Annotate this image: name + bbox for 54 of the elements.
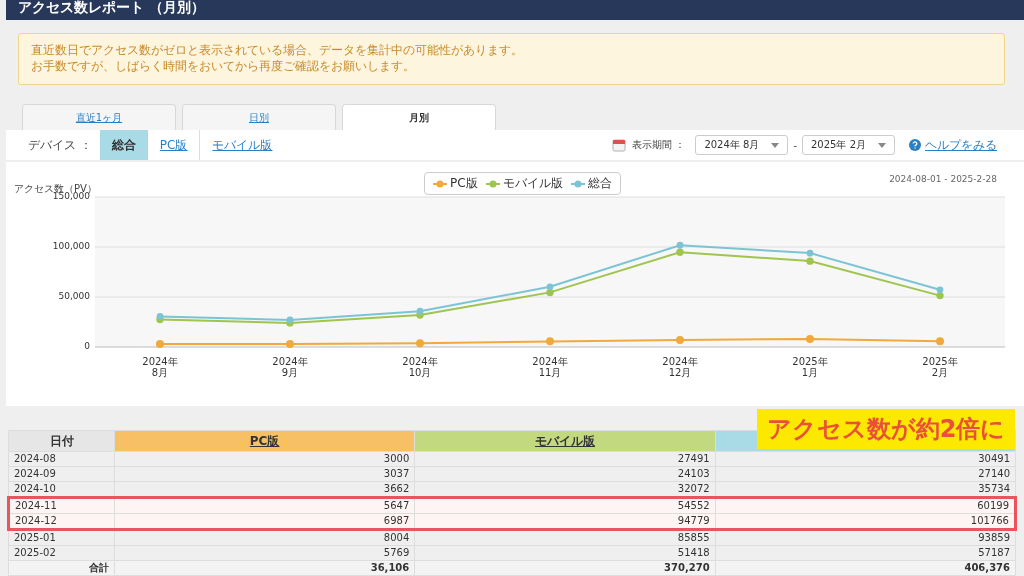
tab[interactable]: 日別	[182, 104, 336, 130]
table-cell: 57187	[715, 545, 1016, 561]
notice-text: お手数ですが、しばらく時間をおいてから再度ご確認をお願いします。	[31, 59, 416, 73]
table-cell: 60199	[715, 497, 1016, 514]
range-separator: -	[793, 139, 797, 151]
axis-tick-label: 2024年 10月	[401, 356, 439, 378]
device-option[interactable]: モバイル版	[200, 130, 285, 160]
axis-tick-label: 2024年 12月	[661, 356, 699, 378]
month-dropdown[interactable]: 2025年 2月	[802, 135, 895, 155]
notice-text: 直近数日でアクセス数がゼロと表示されている場合、データを集計中の可能性があります。	[31, 43, 524, 57]
tab[interactable]: 直近1ヶ月	[22, 104, 176, 130]
period-label: 表示期間 ：	[632, 138, 686, 152]
column-header: 日付	[8, 430, 115, 452]
table-cell: 8004	[114, 529, 415, 546]
table-cell: 24103	[414, 466, 716, 482]
axis-tick-label: 100,000	[52, 240, 90, 252]
table-cell: 27140	[715, 466, 1016, 482]
table-cell: 2024-09	[8, 466, 115, 482]
axis-tick-label: 2024年 11月	[531, 356, 569, 378]
axis-tick-label: 0	[84, 340, 90, 352]
table-cell: 54552	[414, 497, 716, 514]
table-cell: 27491	[414, 451, 716, 467]
table-cell: 85855	[414, 529, 716, 546]
table-cell: 2024-08	[8, 451, 115, 467]
table-cell: 30491	[715, 451, 1016, 467]
table-cell: 2025-02	[8, 545, 115, 561]
axis-tick-label: 2025年 2月	[921, 356, 959, 378]
callout-tooltip: アクセス数が約2倍に	[757, 409, 1015, 449]
legend-label: 総合	[587, 175, 612, 192]
table-cell: 2024-11	[8, 497, 115, 514]
date-range: 2024-08-01 - 2025-2-28	[889, 174, 997, 184]
table-cell: 5647	[114, 497, 415, 514]
device-option[interactable]: PC版	[147, 130, 201, 160]
axis-tick-label: 2025年 1月	[791, 356, 829, 378]
table-cell: 3037	[114, 466, 415, 482]
tab[interactable]: 月別	[342, 104, 496, 130]
table-cell: 93859	[715, 529, 1016, 546]
legend-label: モバイル版	[502, 175, 563, 192]
column-header[interactable]: PC版	[114, 430, 415, 452]
page-title: アクセス数レポート （月別）	[18, 0, 205, 16]
column-header[interactable]: モバイル版	[414, 430, 716, 452]
legend-label: PC版	[450, 175, 478, 192]
axis-tick-label: 50,000	[58, 290, 90, 302]
device-label: デバイス ：	[28, 136, 92, 154]
table-cell: 2025-01	[8, 529, 115, 546]
table-cell: 3000	[114, 451, 415, 467]
month-dropdown[interactable]: 2024年 8月	[695, 135, 789, 155]
device-option[interactable]: 総合	[99, 130, 148, 160]
axis-tick-label: 2024年 9月	[271, 356, 309, 378]
axis-tick-label: 2024年 8月	[141, 356, 179, 378]
axis-tick-label: 150,000	[52, 191, 90, 202]
table-cell: 51418	[414, 545, 716, 561]
help-link[interactable]: ヘルプをみる	[925, 136, 997, 154]
table-cell: 5769	[114, 545, 415, 561]
